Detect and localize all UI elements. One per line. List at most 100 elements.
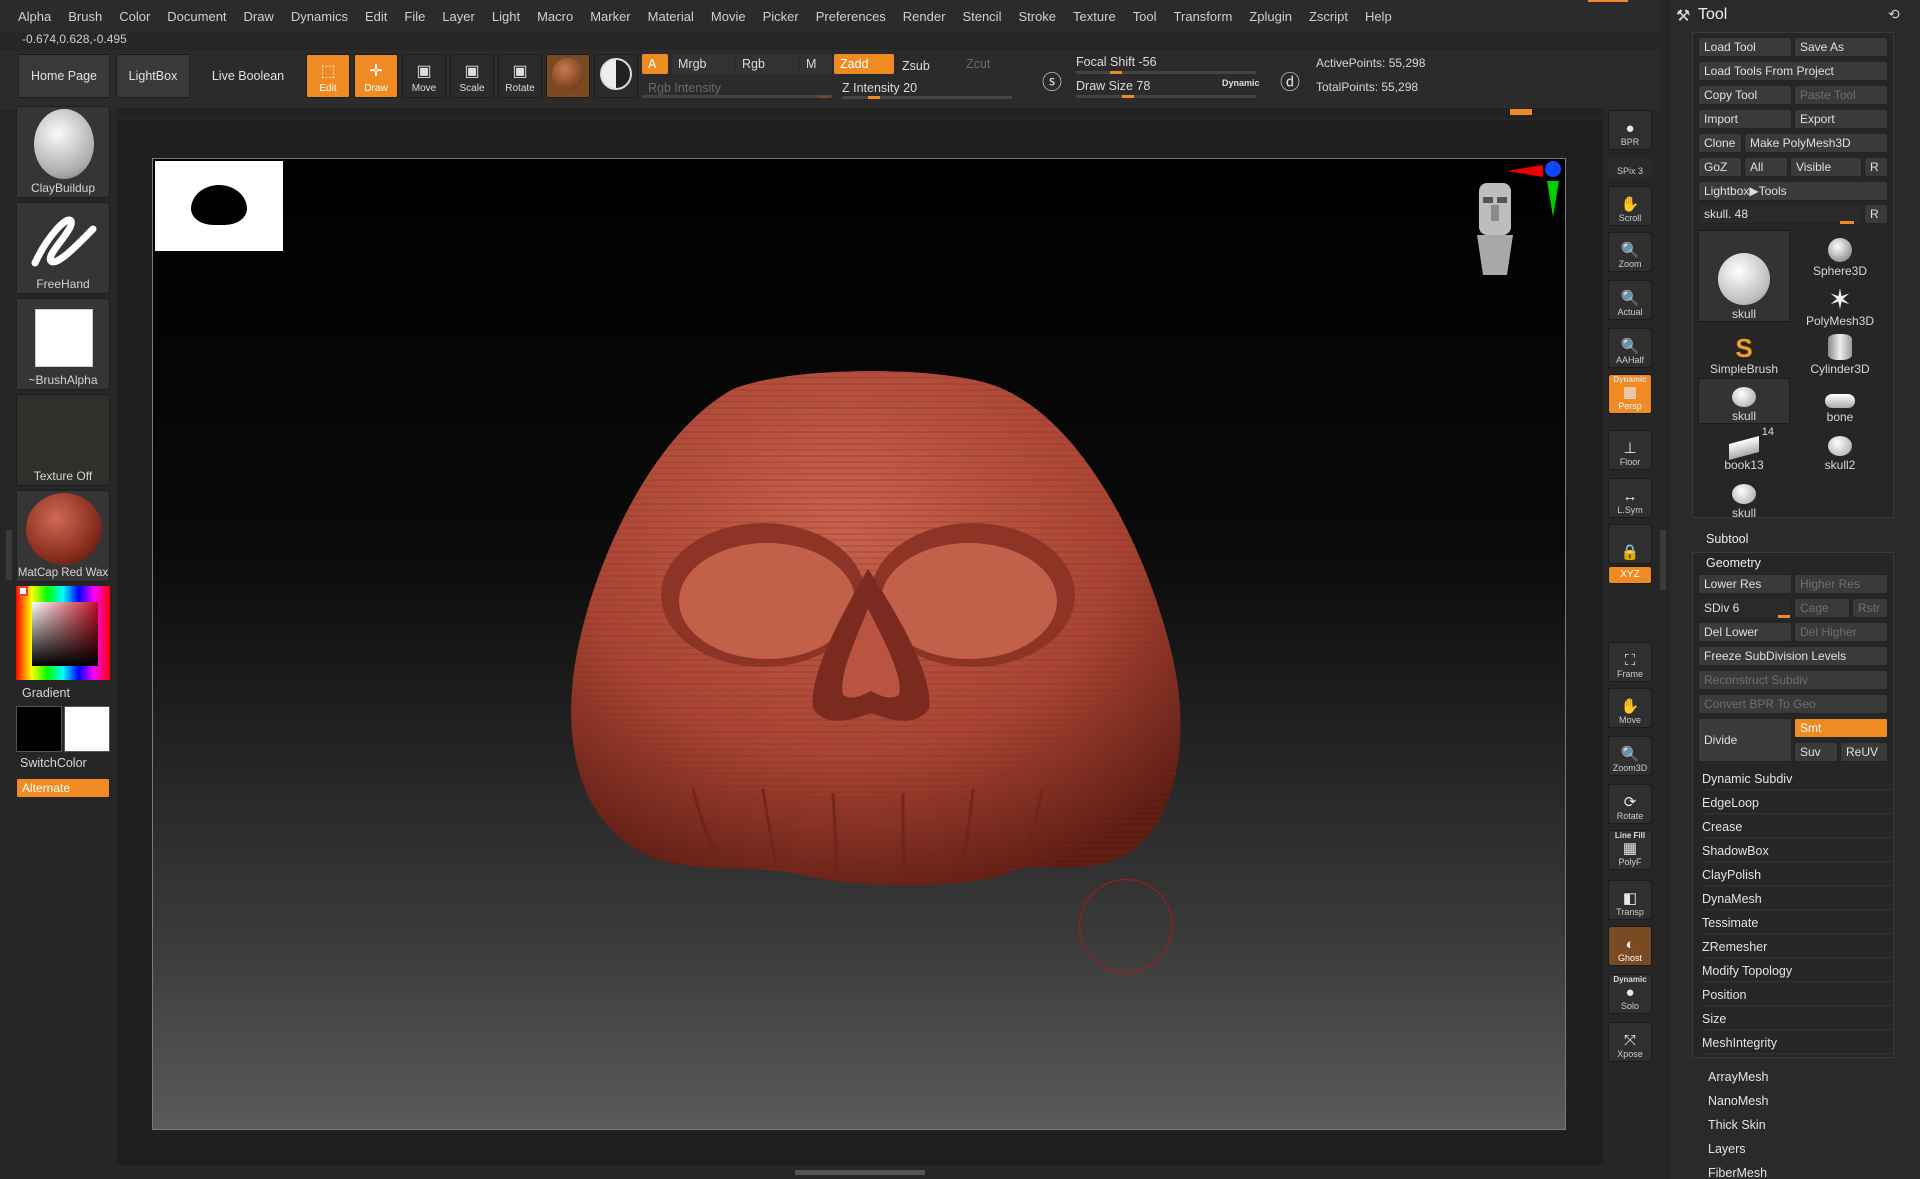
zcut-toggle[interactable]: Zcut bbox=[960, 54, 1010, 74]
menu-macro[interactable]: Macro bbox=[537, 9, 573, 24]
menu-color[interactable]: Color bbox=[119, 9, 150, 24]
menu-document[interactable]: Document bbox=[167, 9, 226, 24]
texture-slot[interactable]: Texture Off bbox=[16, 394, 110, 486]
rstr-button[interactable]: Rstr bbox=[1852, 598, 1888, 618]
color-picker[interactable] bbox=[16, 586, 110, 680]
menu-material[interactable]: Material bbox=[648, 9, 694, 24]
color-sphere-button[interactable] bbox=[594, 54, 638, 98]
zoom-button[interactable]: 🔍 Zoom bbox=[1608, 232, 1652, 272]
tool-thumb-polymesh3d[interactable]: ✶ PolyMesh3D bbox=[1794, 282, 1886, 329]
copy-tool-button[interactable]: Copy Tool bbox=[1698, 85, 1792, 105]
scroll-button[interactable]: ✋ Scroll bbox=[1608, 186, 1652, 226]
lsym-button[interactable]: ↔ L.Sym bbox=[1608, 478, 1652, 518]
menu-marker[interactable]: Marker bbox=[590, 9, 630, 24]
spix-button[interactable]: SPix 3 bbox=[1608, 158, 1652, 178]
menu-file[interactable]: File bbox=[404, 9, 425, 24]
draw-mode-button[interactable]: ✛ Draw bbox=[354, 54, 398, 98]
menu-transform[interactable]: Transform bbox=[1174, 9, 1233, 24]
gradient-toggle[interactable]: Gradient bbox=[22, 686, 70, 700]
tool-thumb-skull[interactable]: skull bbox=[1698, 378, 1790, 424]
higher-res-button[interactable]: Higher Res bbox=[1794, 574, 1888, 594]
draw-curve-button[interactable]: ⓓ bbox=[1268, 54, 1312, 98]
suv-toggle[interactable]: Suv bbox=[1794, 742, 1838, 762]
focal-shift-curve-button[interactable]: ⓢ bbox=[1030, 54, 1074, 98]
zadd-toggle[interactable]: Zadd bbox=[834, 54, 894, 74]
head-orientation-icon[interactable] bbox=[1467, 179, 1523, 279]
cage-button[interactable]: Cage bbox=[1794, 598, 1850, 618]
xyz-button[interactable]: XYZ bbox=[1608, 566, 1652, 584]
viewport[interactable] bbox=[152, 158, 1566, 1130]
menu-movie[interactable]: Movie bbox=[711, 9, 746, 24]
palette-reset-icon[interactable]: ⟲ bbox=[1888, 6, 1900, 23]
menu-zplugin[interactable]: Zplugin bbox=[1249, 9, 1292, 24]
geometry-item-zremesher[interactable]: ZRemesher bbox=[1702, 936, 1892, 958]
right-collapse-handle[interactable] bbox=[1660, 530, 1666, 590]
tool-item-fibermesh[interactable]: FiberMesh bbox=[1708, 1162, 1898, 1179]
del-higher-button[interactable]: Del Higher bbox=[1794, 622, 1888, 642]
xpose-button[interactable]: ⤧ Xpose bbox=[1608, 1022, 1652, 1062]
save-as-button[interactable]: Save As bbox=[1794, 37, 1888, 57]
scale-mode-button[interactable]: ▣ Scale bbox=[450, 54, 494, 98]
menu-dynamics[interactable]: Dynamics bbox=[291, 9, 348, 24]
menu-edit[interactable]: Edit bbox=[365, 9, 387, 24]
focal-shift-slider[interactable]: Focal Shift -56 bbox=[1070, 52, 1260, 72]
transp-button[interactable]: ◧ Transp bbox=[1608, 880, 1652, 920]
menu-brush[interactable]: Brush bbox=[68, 9, 102, 24]
edit-mode-button[interactable]: ⬚ Edit bbox=[306, 54, 350, 98]
geometry-item-modify-topology[interactable]: Modify Topology bbox=[1702, 960, 1892, 982]
live-boolean-button[interactable]: Live Boolean bbox=[206, 54, 290, 98]
tool-thumb-skull[interactable]: skull bbox=[1698, 474, 1790, 520]
tool-item-thick-skin[interactable]: Thick Skin bbox=[1708, 1114, 1898, 1136]
menu-stencil[interactable]: Stencil bbox=[962, 9, 1001, 24]
stroke-slot[interactable]: FreeHand bbox=[16, 202, 110, 294]
alpha-slot[interactable]: ~BrushAlpha bbox=[16, 298, 110, 390]
tool-thumb-sphere3d[interactable]: Sphere3D bbox=[1794, 232, 1886, 278]
subtool-header[interactable]: Subtool bbox=[1706, 532, 1748, 546]
load-tools-from-project-button[interactable]: Load Tools From Project bbox=[1698, 61, 1888, 81]
menu-light[interactable]: Light bbox=[492, 9, 520, 24]
tool-thumb-cylinder3d[interactable]: Cylinder3D bbox=[1794, 330, 1886, 376]
import-button[interactable]: Import bbox=[1698, 109, 1792, 129]
zsub-toggle[interactable]: Zsub bbox=[896, 56, 956, 76]
main-color-swatch[interactable] bbox=[16, 706, 62, 752]
geometry-item-dynamic-subdiv[interactable]: Dynamic Subdiv bbox=[1702, 768, 1892, 790]
current-tool-slider[interactable]: skull. 48 bbox=[1698, 204, 1862, 224]
polyf-button[interactable]: Line Fill ▦ PolyF bbox=[1608, 830, 1652, 870]
material-slot[interactable]: MatCap Red Wax bbox=[16, 490, 110, 582]
tool-thumb-skull2[interactable]: skull2 bbox=[1794, 426, 1886, 472]
geometry-header[interactable]: Geometry bbox=[1706, 556, 1761, 570]
smt-toggle[interactable]: Smt bbox=[1794, 718, 1888, 738]
rotate-button[interactable]: ⟳ Rotate bbox=[1608, 784, 1652, 824]
menu-draw[interactable]: Draw bbox=[244, 9, 274, 24]
alternate-toggle[interactable]: Alternate bbox=[16, 778, 110, 798]
menu-help[interactable]: Help bbox=[1365, 9, 1392, 24]
freeze-subdiv-button[interactable]: Freeze SubDivision Levels bbox=[1698, 646, 1888, 666]
menu-preferences[interactable]: Preferences bbox=[816, 9, 886, 24]
tool-item-arraymesh[interactable]: ArrayMesh bbox=[1708, 1066, 1898, 1088]
zoom3d-button[interactable]: 🔍 Zoom3D bbox=[1608, 736, 1652, 776]
tool-thumb-book13[interactable]: book13 14 bbox=[1698, 426, 1790, 472]
lower-res-button[interactable]: Lower Res bbox=[1698, 574, 1792, 594]
geometry-item-position[interactable]: Position bbox=[1702, 984, 1892, 1006]
load-tool-button[interactable]: Load Tool bbox=[1698, 37, 1792, 57]
frame-button[interactable]: ⛶ Frame bbox=[1608, 642, 1652, 682]
home-page-button[interactable]: Home Page bbox=[18, 54, 110, 98]
lightbox-button[interactable]: LightBox bbox=[116, 54, 190, 98]
lightbox-tools-button[interactable]: Lightbox▶Tools bbox=[1698, 181, 1888, 201]
convert-bpr-button[interactable]: Convert BPR To Geo bbox=[1698, 694, 1888, 714]
geometry-item-crease[interactable]: Crease bbox=[1702, 816, 1892, 838]
z-intensity-slider[interactable]: Z Intensity 20 bbox=[836, 78, 1016, 98]
reuv-toggle[interactable]: ReUV bbox=[1840, 742, 1888, 762]
persp-button[interactable]: Dynamic ▦ Persp bbox=[1608, 374, 1652, 414]
geometry-item-claypolish[interactable]: ClayPolish bbox=[1702, 864, 1892, 886]
menu-tool[interactable]: Tool bbox=[1133, 9, 1157, 24]
aahalf-button[interactable]: 🔍 AAHalf bbox=[1608, 328, 1652, 368]
bottom-scroll-handle[interactable] bbox=[795, 1170, 925, 1175]
clone-button[interactable]: Clone bbox=[1698, 133, 1742, 153]
menu-stroke[interactable]: Stroke bbox=[1018, 9, 1056, 24]
tool-thumb-bone[interactable]: bone bbox=[1794, 378, 1886, 424]
geometry-item-shadowbox[interactable]: ShadowBox bbox=[1702, 840, 1892, 862]
reconstruct-subdiv-button[interactable]: Reconstruct Subdiv bbox=[1698, 670, 1888, 690]
actual-button[interactable]: 🔍 Actual bbox=[1608, 280, 1652, 320]
geometry-item-size[interactable]: Size bbox=[1702, 1008, 1892, 1030]
